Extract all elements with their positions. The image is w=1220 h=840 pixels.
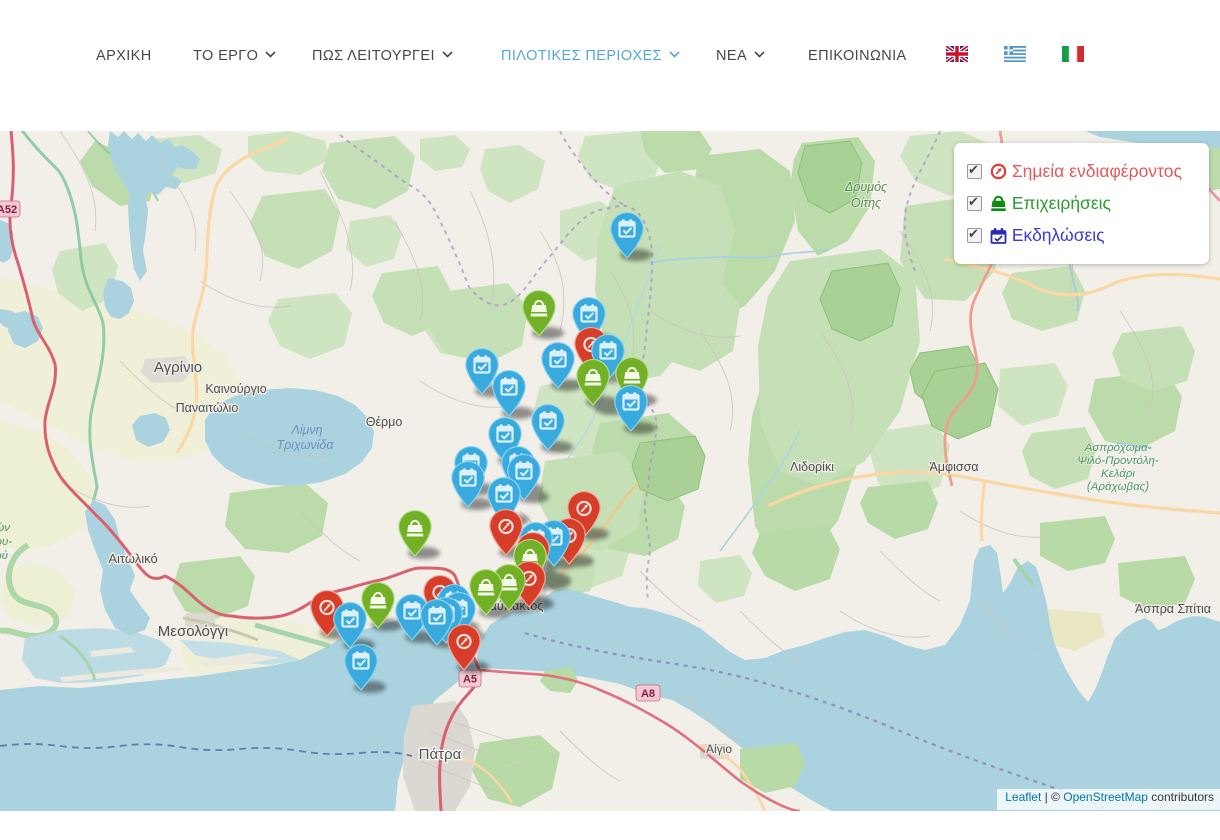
svg-text:Αίγιο: Αίγιο	[706, 742, 732, 756]
svg-text:Λιδορίκι: Λιδορίκι	[790, 460, 834, 474]
svg-text:Παναιτώλιο: Παναιτώλιο	[176, 401, 239, 415]
svg-text:Ψιλό-Προντόλη-: Ψιλό-Προντόλη-	[1077, 455, 1159, 467]
svg-text:Άμφισσα: Άμφισσα	[929, 460, 978, 474]
svg-text:Οίτης: Οίτης	[851, 196, 882, 210]
svg-text:(Αράχωβας): (Αράχωβας)	[1087, 481, 1149, 493]
svg-text:Καινούργιο: Καινούργιο	[205, 382, 266, 396]
svg-text:Μεσολόγγι: Μεσολόγγι	[158, 623, 228, 640]
svg-text:Δρυμός: Δρυμός	[844, 180, 888, 194]
svg-text:ασών: ασών	[0, 522, 10, 534]
svg-text:Πάτρα: Πάτρα	[419, 746, 462, 763]
svg-text:Αγρίνιο: Αγρίνιο	[154, 359, 202, 376]
svg-text:Αιτωλικό: Αιτωλικό	[108, 551, 157, 566]
svg-text:Λίμνη: Λίμνη	[290, 423, 322, 437]
svg-text:A5: A5	[463, 674, 477, 686]
svg-text:Άσπρα Σπίτια: Άσπρα Σπίτια	[1135, 602, 1211, 616]
svg-text:ού: ού	[0, 550, 8, 562]
svg-text:Τριχωνίδα: Τριχωνίδα	[276, 438, 334, 452]
svg-text:Ασπρόχωμα-: Ασπρόχωμα-	[1084, 442, 1152, 454]
svg-text:Κελάρι: Κελάρι	[1101, 468, 1135, 480]
svg-text:A8: A8	[641, 688, 655, 700]
svg-text:A52: A52	[0, 204, 17, 216]
svg-text:Θέρμο: Θέρμο	[366, 415, 403, 429]
svg-text:ρίου-: ρίου-	[0, 536, 12, 548]
